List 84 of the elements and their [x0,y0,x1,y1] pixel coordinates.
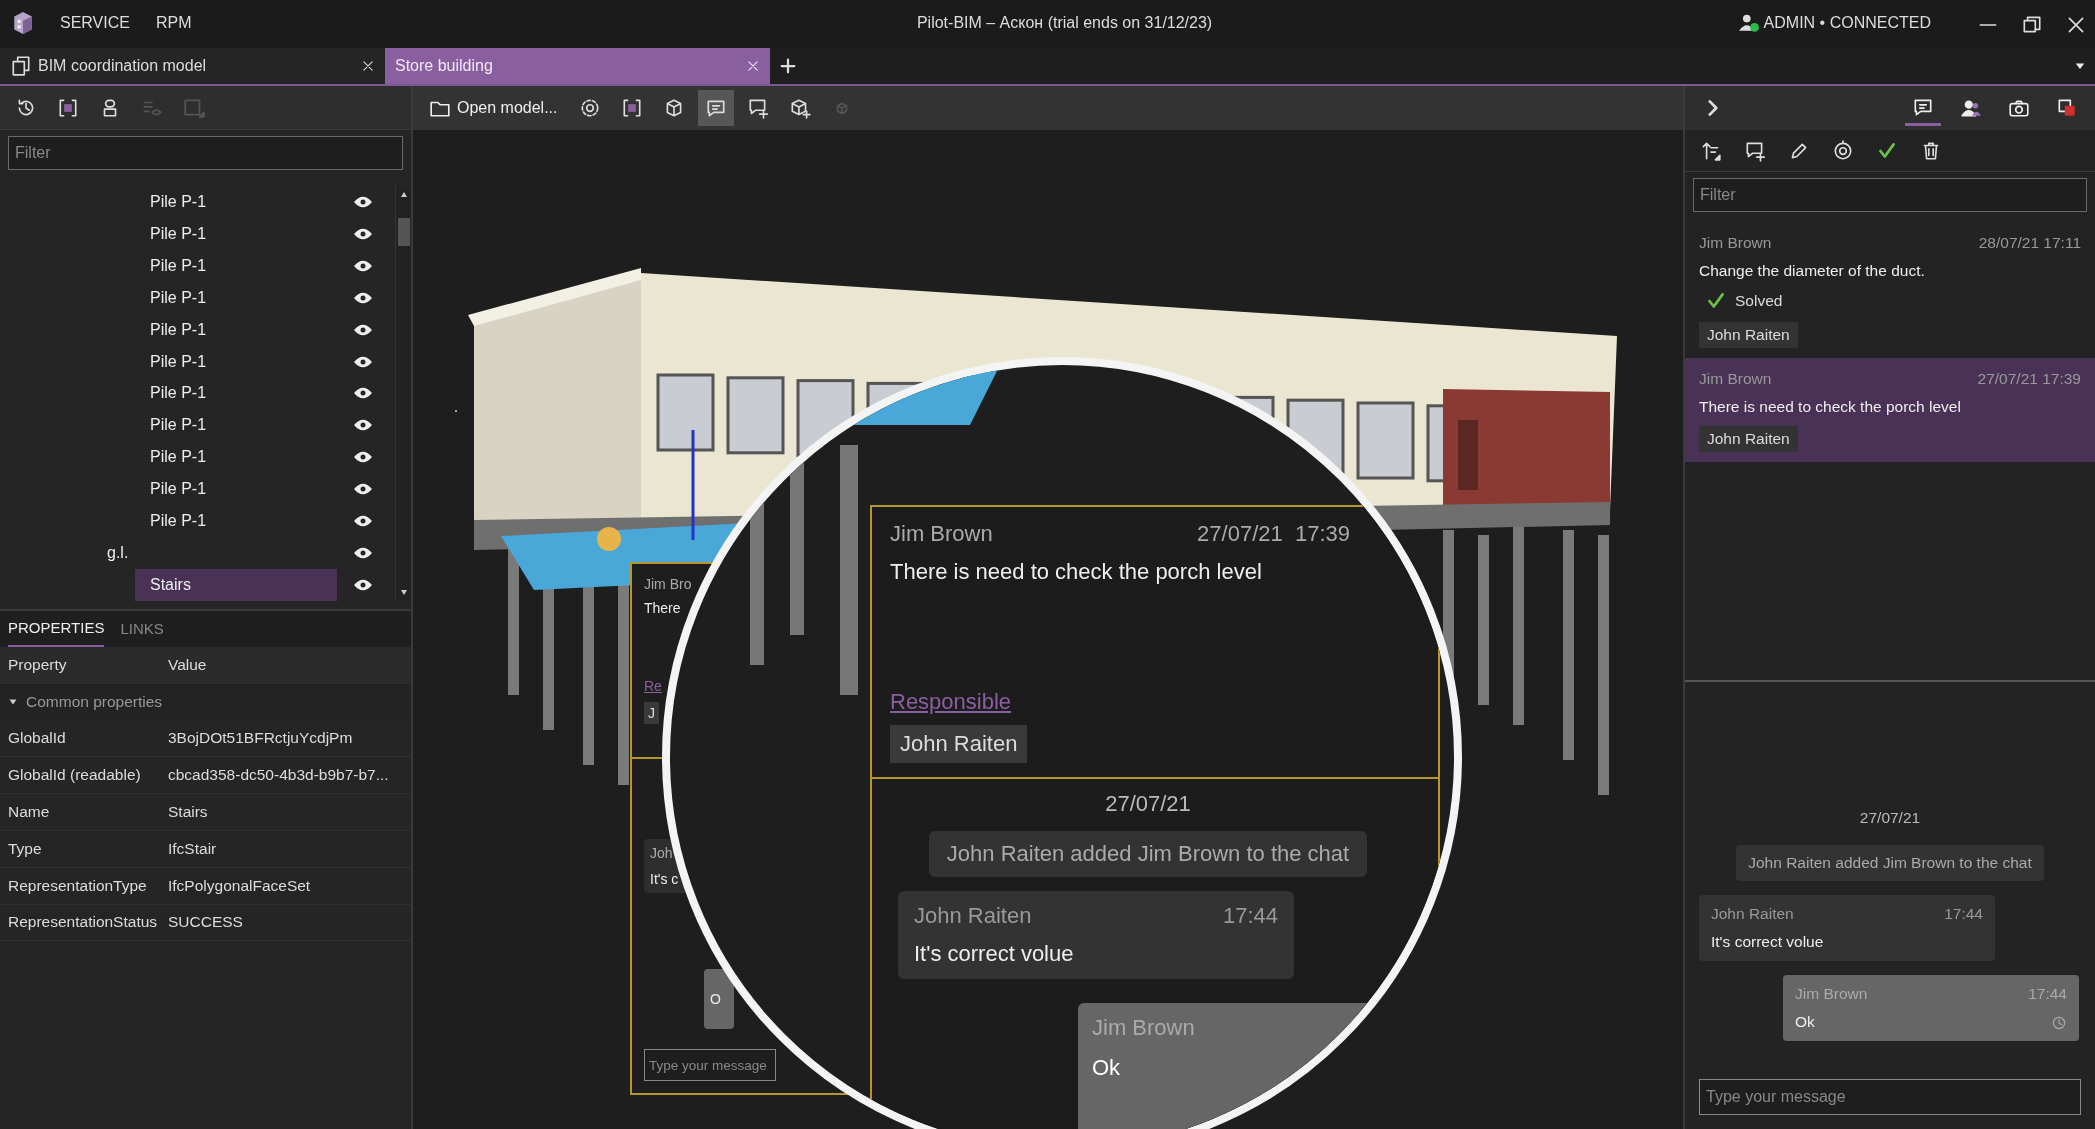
tree-item[interactable]: Pile P-1 [150,441,337,474]
message-text: It's correct volue [914,941,1075,967]
tree-item[interactable]: Pile P-1 [150,186,337,218]
property-value: IfcPolygonalFaceSet [168,876,311,895]
scrollbar-thumb[interactable] [397,218,410,246]
filter-field[interactable]: Filter [1693,178,2087,212]
property-value: 3BojDOt51BFRctjuYcdjPm [168,729,353,748]
property-name: GlobalId [8,729,67,748]
issue-card[interactable]: Jim Brown 28/07/21 17:11 Change the diameter of the duct. Solved John Raiten [1685,222,2095,358]
assignee-tag: J [644,702,659,724]
user-status: ADMIN • CONNECTED [1763,14,1931,32]
assignee-tag: John Raiten [890,725,1028,763]
message-author: Jim Brown [1795,985,1868,1003]
issue-date: 28/07/21 17:11 [1978,234,2081,252]
own-message-bubble: O [704,969,734,1029]
menu-item[interactable]: SERVICE [60,14,130,32]
property-name: RepresentationStatus [8,913,159,932]
restore-icon[interactable] [2021,14,2039,32]
issue-date: 27/07/21 17:39 [1197,521,1350,547]
property-value: cbcad358-dc50-4b3d-b9b7-b7... [168,766,389,785]
tree-item[interactable]: Pile P-1 [150,217,337,250]
message-text: Ok [1795,1013,1815,1031]
tree-item[interactable]: g.l. [107,537,337,570]
assignee-tag: John Raiten [1699,426,1798,452]
property-value: SUCCESS [168,913,243,932]
system-message: John Raiten added Jim Brown to the chat [928,831,1368,877]
tree-item[interactable]: Pile P-1 [150,345,337,378]
message-text: It's c [650,871,680,887]
tree-item[interactable]: Pile P-1 [150,249,337,282]
property-name: RepresentationType [8,876,148,895]
clock-icon [2051,1015,2067,1031]
document-tab[interactable]: Store building [385,48,770,84]
scroll-up-icon[interactable] [398,190,409,200]
filter-field[interactable]: Filter [8,136,403,170]
issue-author: Jim Brown [890,521,993,547]
close-icon[interactable] [361,59,375,73]
issue-author: Jim Brown [1699,234,1772,252]
tree-item[interactable]: Pile P-1 [150,313,337,346]
open-model-button[interactable]: Open model... [421,91,566,125]
property-name: Name [8,803,51,822]
tree-item[interactable]: Pile P-1 [150,377,337,410]
issue-text: There is need to check the porch level [1699,398,1962,416]
document-tab[interactable]: BIM coordination model [0,48,385,84]
property-name: GlobalId (readable) [8,766,142,785]
window-title: Pilot-BIM – Аскон (trial ends on 31/12/23) [915,14,1214,32]
property-value: IfcStair [168,839,217,858]
tree-item[interactable]: Pile P-1 [150,409,337,442]
issue-author: Jim Bro [644,576,693,592]
message-time: 17:44 [1944,905,1983,923]
message-field[interactable]: Type your message [1699,1079,2081,1115]
tree-item[interactable]: Stairs [135,569,337,601]
issue-text: There [644,600,682,616]
app-logo-icon [12,11,34,35]
user-status-icon [1737,12,1760,34]
chat-date: 27/07/21 [1104,791,1192,817]
issue-text: There is need to check the porch level [890,559,1263,585]
issue-date: 27/07/21 17:39 [1977,370,2081,388]
issue-text: Change the diameter of the duct. [1699,262,1926,280]
issue-status: Solved [1735,292,1783,310]
property-name: Type [8,839,43,858]
tree-item[interactable]: Pile P-1 [150,281,337,314]
column-header: Value [168,655,207,674]
menu-item[interactable]: RPM [155,14,192,32]
message-author: Joh [650,845,674,861]
pages-icon [10,55,32,77]
tree-item[interactable]: Pile P-1 [150,505,337,538]
chat-date: 27/07/21 [1858,809,1922,827]
issue-card[interactable]: Jim Brown 27/07/21 17:39 There is need to check the porch level John Raiten [1685,358,2095,462]
system-message: John Raiten added Jim Brown to the chat [1736,845,2044,881]
message-time: 17:44 [1222,903,1278,929]
scroll-down-icon[interactable] [398,587,409,597]
message-time: 17:44 [2028,985,2067,1003]
property-value: Stairs [168,803,208,822]
message-author: John Raiten [1711,905,1794,923]
column-header: Property [8,655,68,674]
message-text: Ok [1092,1055,1122,1081]
panel-tab[interactable]: LINKS [120,617,164,647]
assignee-tag: John Raiten [1699,322,1798,348]
tree-item[interactable]: Pile P-1 [150,473,337,506]
comment-icon[interactable] [697,90,734,126]
message-text: It's correct volue [1711,933,1825,951]
message-author: John Raiten [914,903,1032,929]
issue-author: Jim Brown [1699,370,1772,388]
message-author: Jim Brown [1092,1015,1196,1041]
